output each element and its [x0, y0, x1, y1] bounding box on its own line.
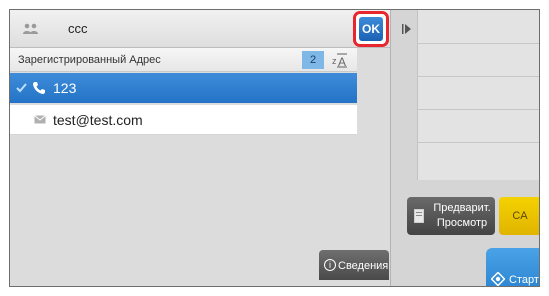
svg-text:A: A	[338, 55, 346, 68]
preview-icon	[414, 209, 424, 223]
divider	[418, 109, 539, 110]
preview-button-label: Предварит. Просмотр	[433, 202, 491, 229]
address-name: ccc	[68, 21, 88, 36]
divider	[418, 142, 539, 143]
right-preview-area	[417, 10, 539, 180]
sort-icon[interactable]: z A	[331, 52, 349, 68]
ca-button[interactable]: CA	[499, 197, 539, 235]
address-header: ccc	[10, 10, 390, 48]
section-header: Зарегистрированный Адрес 2 z A	[10, 48, 357, 72]
section-title: Зарегистрированный Адрес	[18, 54, 161, 66]
start-icon	[491, 272, 505, 286]
info-button-label: Сведения	[338, 260, 389, 272]
mail-icon	[34, 115, 46, 124]
info-icon: i	[324, 259, 336, 271]
divider	[418, 76, 539, 77]
check-icon	[16, 83, 27, 93]
address-selection-screen: ccc OK Зарегистрированный Адрес 2 z A 12…	[9, 9, 540, 287]
start-button-label: Старт	[509, 274, 539, 286]
preview-button[interactable]: Предварит. Просмотр	[407, 197, 495, 235]
count-badge: 2	[302, 51, 324, 69]
start-button[interactable]: Старт	[486, 248, 539, 286]
divider	[418, 43, 539, 44]
expand-arrow-icon[interactable]	[402, 24, 411, 34]
phone-icon	[33, 82, 45, 94]
list-item-phone[interactable]: 123	[10, 73, 357, 103]
people-icon	[23, 23, 38, 34]
list-item-label: test@test.com	[53, 112, 143, 128]
right-panel: Предварит. Просмотр CA Старт	[391, 10, 539, 286]
svg-text:z: z	[332, 56, 337, 66]
info-button[interactable]: i Сведения	[319, 250, 389, 280]
ok-button[interactable]: OK	[359, 17, 383, 41]
empty-list-area	[10, 137, 357, 286]
list-item-label: 123	[53, 80, 77, 96]
ok-highlight: OK	[353, 11, 389, 47]
list-item-email[interactable]: test@test.com	[10, 105, 357, 135]
